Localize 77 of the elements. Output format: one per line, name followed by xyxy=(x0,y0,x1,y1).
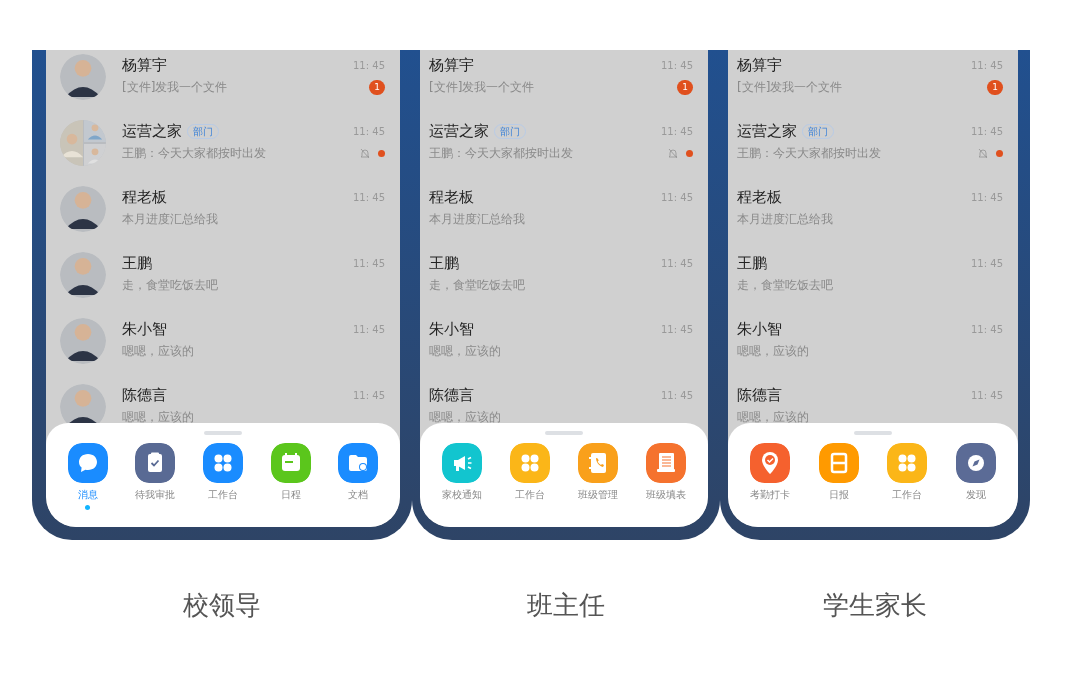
contact-name: 陈德言 xyxy=(737,385,782,406)
dock-label[interactable]: 考勤打卡 xyxy=(750,487,791,502)
contact-name: 朱小智 xyxy=(122,319,167,340)
message-preview: 走，食堂吃饭去吧 xyxy=(737,277,833,294)
dock-label[interactable]: 文档 xyxy=(348,487,369,502)
message-preview: 王鹏：今天大家都按时出发 xyxy=(737,145,881,162)
dock-label[interactable]: 班级填表 xyxy=(646,487,686,502)
contact-name: 程老板 xyxy=(429,187,474,208)
dock-label[interactable]: 发现 xyxy=(965,487,986,502)
active-dot xyxy=(85,505,91,510)
contact-name: 杨算宇 xyxy=(737,55,782,76)
message-preview: 本月进度汇总给我 xyxy=(122,211,218,228)
unread-count: 1 xyxy=(987,79,1003,95)
contact-name: 王鹏 xyxy=(429,253,459,274)
contact-name: 运营之家 xyxy=(122,121,182,142)
contact-name: 程老板 xyxy=(737,187,782,208)
message-preview: 嗯嗯，应该的 xyxy=(429,409,501,426)
grid-icon[interactable] xyxy=(887,443,928,483)
message-preview: 嗯嗯，应该的 xyxy=(429,343,501,360)
grid-icon[interactable] xyxy=(203,443,243,483)
document-icon[interactable] xyxy=(646,443,686,483)
avatar xyxy=(60,252,106,298)
dock-label[interactable]: 消息 xyxy=(77,487,98,502)
avatar xyxy=(60,54,106,100)
message-preview: 本月进度汇总给我 xyxy=(429,211,525,228)
avatar xyxy=(60,318,106,364)
contact-name: 运营之家 xyxy=(429,121,489,142)
unread-dot xyxy=(996,149,1003,157)
message-preview: 嗯嗯，应该的 xyxy=(737,409,809,426)
contact-name: 王鹏 xyxy=(122,253,152,274)
folder-icon[interactable] xyxy=(338,443,379,483)
message-preview: 王鹏：今天大家都按时出发 xyxy=(429,145,573,162)
message-preview: 本月进度汇总给我 xyxy=(737,211,833,228)
drag-handle[interactable] xyxy=(204,431,242,435)
message-preview: 走，食堂吃饭去吧 xyxy=(429,277,525,294)
unread-count: 1 xyxy=(369,79,385,95)
dock-label[interactable]: 工作台 xyxy=(208,487,238,502)
role-caption: 学生家长 xyxy=(823,589,927,622)
compass-icon[interactable] xyxy=(955,443,996,483)
contact-name: 程老板 xyxy=(122,187,167,208)
message-preview: 嗯嗯，应该的 xyxy=(122,343,194,360)
contact-name: 杨算宇 xyxy=(429,55,474,76)
message-preview: 嗯嗯，应该的 xyxy=(122,409,194,426)
contact-name: 运营之家 xyxy=(737,121,797,142)
contact-name: 陈德言 xyxy=(122,385,167,406)
megaphone-icon[interactable] xyxy=(442,443,482,483)
dock-label[interactable]: 工作台 xyxy=(515,487,545,502)
contact-name: 朱小智 xyxy=(429,319,474,340)
dock-label[interactable]: 日报 xyxy=(828,487,849,502)
contact-name: 陈德言 xyxy=(429,385,474,406)
report-icon[interactable] xyxy=(818,443,859,483)
role-caption: 校领导 xyxy=(183,589,261,622)
contact-book-icon[interactable] xyxy=(578,443,618,483)
drag-handle[interactable] xyxy=(854,431,892,435)
unread-dot xyxy=(378,149,385,157)
clipboard-icon[interactable] xyxy=(135,443,176,483)
contact-name: 杨算宇 xyxy=(122,55,167,76)
message-preview: 王鹏：今天大家都按时出发 xyxy=(122,145,266,162)
message-preview: 走，食堂吃饭去吧 xyxy=(122,277,218,294)
dock-label[interactable]: 班级管理 xyxy=(578,487,618,502)
unread-dot xyxy=(686,149,693,157)
chat-icon[interactable] xyxy=(67,443,108,483)
location-pin-icon[interactable] xyxy=(750,443,791,483)
contact-name: 朱小智 xyxy=(737,319,782,340)
grid-icon[interactable] xyxy=(510,443,550,483)
drag-handle[interactable] xyxy=(545,431,583,435)
message-preview: 嗯嗯，应该的 xyxy=(737,343,809,360)
unread-count: 1 xyxy=(677,79,693,95)
dock-label[interactable]: 工作台 xyxy=(892,487,923,502)
avatar xyxy=(60,120,106,166)
contact-name: 王鹏 xyxy=(737,253,767,274)
role-caption: 班主任 xyxy=(527,589,605,622)
dock-label[interactable]: 待我审批 xyxy=(135,487,176,502)
calendar-icon[interactable] xyxy=(270,443,311,483)
avatar xyxy=(60,186,106,232)
dock-label[interactable]: 日程 xyxy=(280,487,301,502)
dock-label[interactable]: 家校通知 xyxy=(442,487,482,502)
